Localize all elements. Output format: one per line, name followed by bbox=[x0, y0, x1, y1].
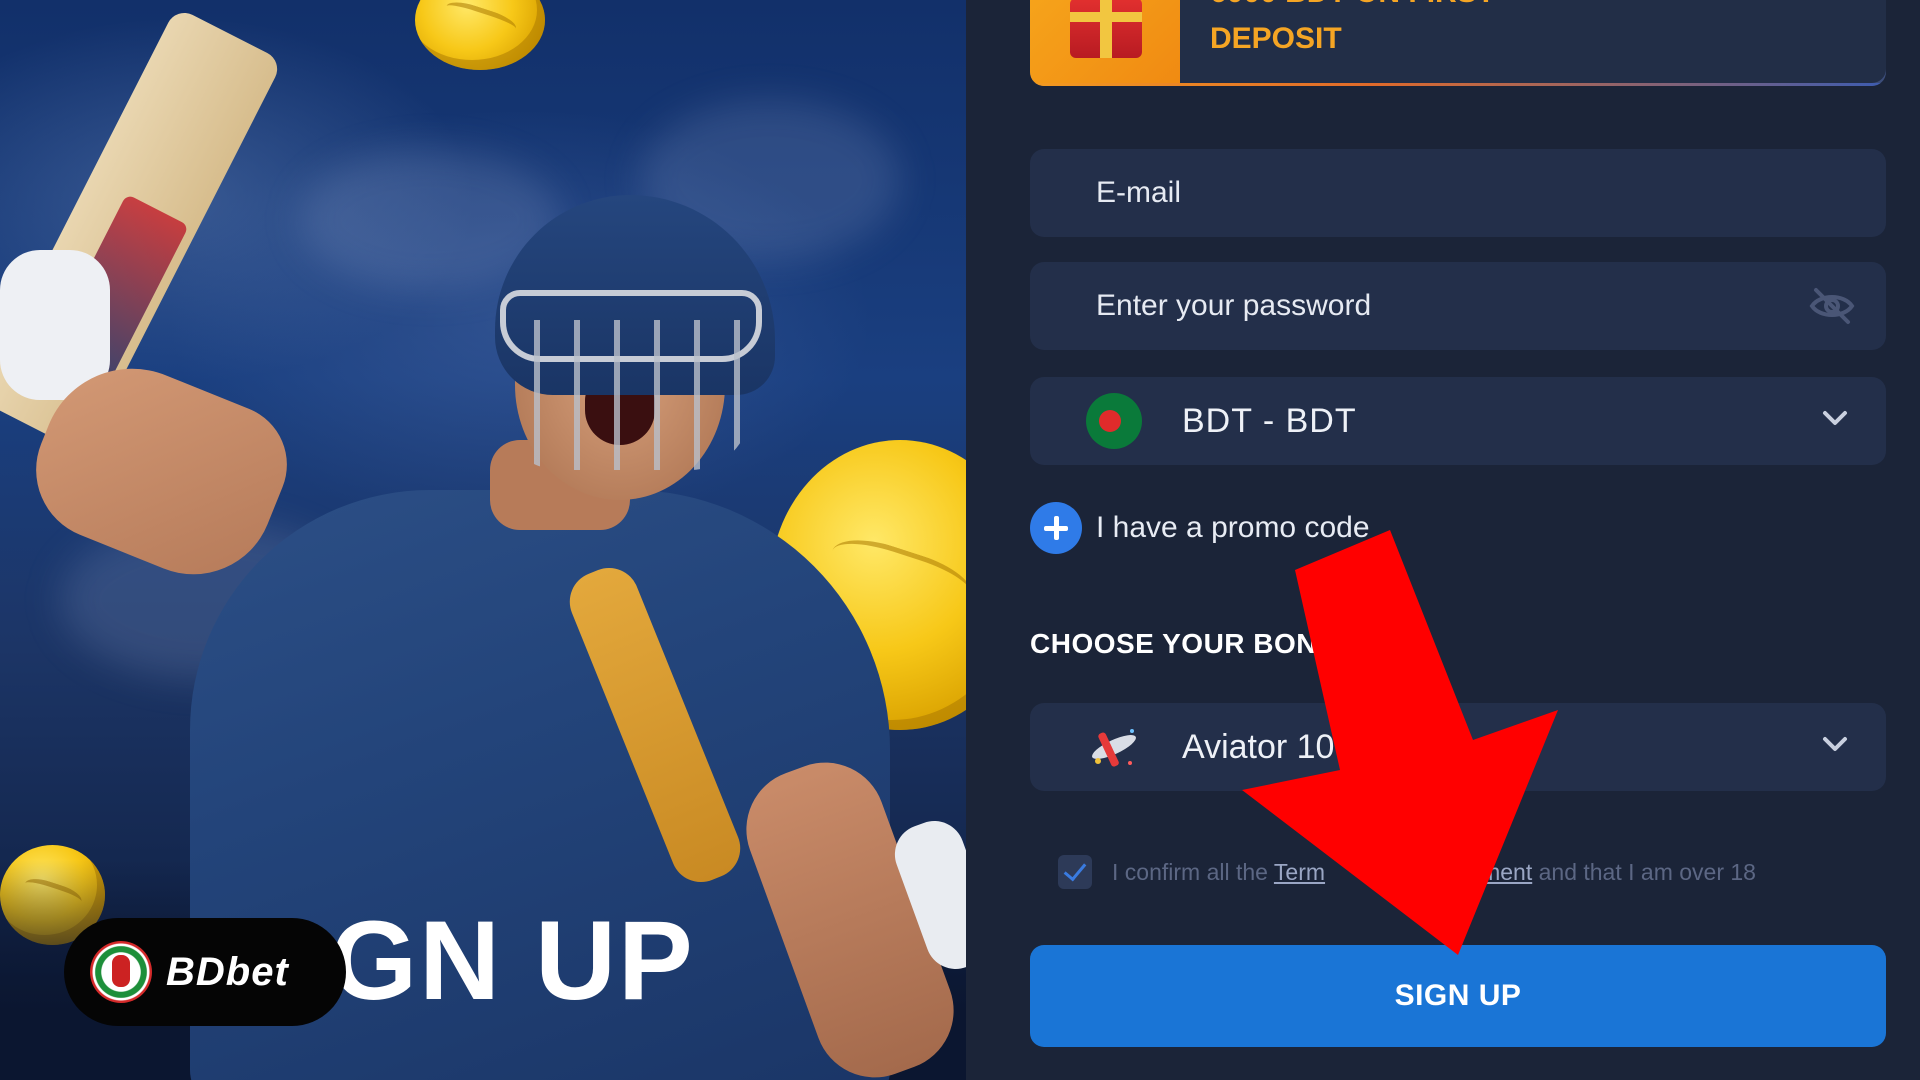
choose-bonus-heading: CHOOSE YOUR BON bbox=[1030, 628, 1318, 659]
email-field[interactable] bbox=[1030, 149, 1886, 237]
bangladesh-flag-icon bbox=[1086, 393, 1142, 449]
terms-suffix: and that I am over 18 bbox=[1532, 858, 1756, 885]
terms-prefix: I confirm all the bbox=[1112, 858, 1274, 885]
terms-link[interactable]: Term bbox=[1274, 859, 1325, 885]
email-input[interactable] bbox=[1094, 175, 1748, 211]
agreement-link[interactable]: greement bbox=[1435, 859, 1532, 885]
helmet-grille bbox=[500, 320, 750, 470]
terms-confirm: I confirm all the Term greement and that … bbox=[1058, 855, 1756, 889]
hero-banner: GN UP BDbet bbox=[0, 0, 966, 1080]
bonus-select-value: Aviator 10 bbox=[1182, 727, 1335, 766]
terms-text: I confirm all the Term greement and that … bbox=[1112, 859, 1756, 886]
currency-select[interactable]: BDT - BDT bbox=[1030, 377, 1886, 465]
logo-text: BDbet bbox=[166, 949, 289, 994]
password-input[interactable] bbox=[1094, 288, 1748, 324]
chevron-down-icon bbox=[1823, 737, 1847, 751]
cricket-logo-icon bbox=[90, 941, 152, 1003]
password-field[interactable] bbox=[1030, 262, 1886, 350]
bonus-select[interactable]: Aviator 10 bbox=[1030, 703, 1886, 791]
terms-checkbox[interactable] bbox=[1058, 855, 1092, 889]
gift-box bbox=[1030, 0, 1180, 86]
eye-off-icon[interactable] bbox=[1808, 286, 1856, 326]
promo-code-toggle[interactable]: I have a promo code bbox=[1030, 500, 1370, 556]
chevron-down-icon bbox=[1823, 411, 1847, 425]
bonus-line2: DEPOSIT bbox=[1210, 22, 1342, 55]
deposit-bonus-banner[interactable]: 6000 BDT ON FIRST DEPOSIT bbox=[1030, 0, 1886, 86]
bdbet-logo[interactable]: BDbet bbox=[64, 918, 346, 1026]
gift-icon bbox=[1070, 0, 1142, 58]
plus-icon[interactable] bbox=[1030, 502, 1082, 554]
coin-image bbox=[415, 0, 545, 70]
aviator-plane-icon bbox=[1092, 729, 1136, 767]
hero-title: GN UP bbox=[330, 898, 695, 1023]
currency-value: BDT - BDT bbox=[1182, 401, 1357, 440]
sign-up-button[interactable]: SIGN UP bbox=[1030, 945, 1886, 1047]
promo-code-label: I have a promo code bbox=[1096, 511, 1370, 544]
bonus-line1: 6000 BDT ON FIRST bbox=[1210, 0, 1495, 14]
